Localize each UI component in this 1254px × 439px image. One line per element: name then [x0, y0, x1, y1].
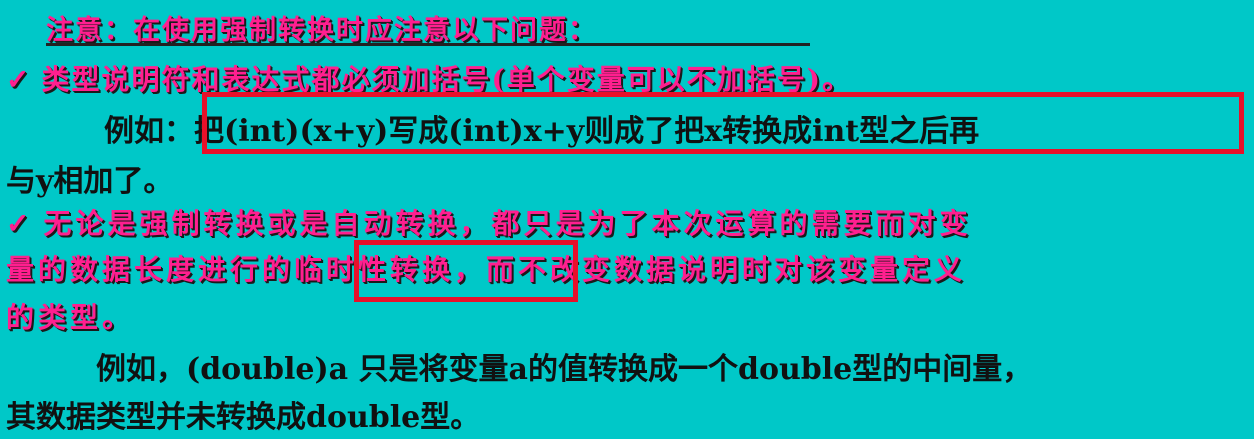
heading-underline: [46, 43, 810, 46]
slide-heading: 注意：在使用强制转换时应注意以下问题：: [46, 15, 597, 46]
highlight-box-temporary-conversion: [354, 240, 578, 302]
example-1-line-2: 与y相加了。: [6, 164, 174, 199]
example-1-prefix: 例如：: [104, 114, 194, 149]
example-2-line-1: 例如，(double)a 只是将变量a的值转换成一个double型的中间量，: [96, 352, 1033, 387]
check-icon: ✓: [6, 63, 32, 96]
point-2-text-1: 无论是强制转换或是自动转换，都只是为了本次运算的需要而对变: [43, 207, 972, 240]
point-2-line-3: 的类型。: [6, 301, 135, 334]
point-2-line-1: ✓ 无论是强制转换或是自动转换，都只是为了本次运算的需要而对变: [6, 202, 971, 242]
example-2-line-2: 其数据类型并未转换成double型。: [6, 400, 481, 435]
check-icon: ✓: [6, 207, 34, 240]
point-2-text-2a: 量的数据长度进行的: [6, 253, 295, 286]
highlight-box-example: [202, 92, 1244, 154]
